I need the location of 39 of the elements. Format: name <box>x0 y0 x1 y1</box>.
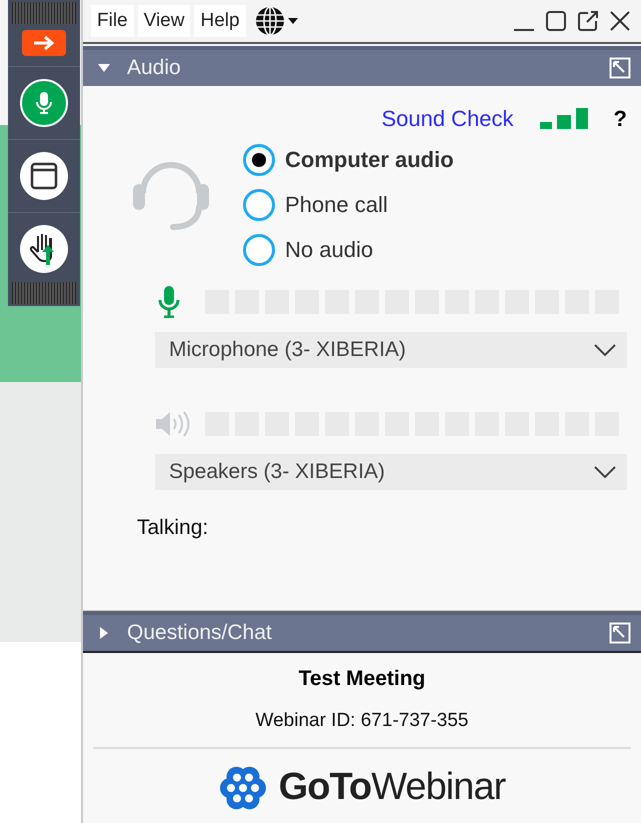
window-button[interactable] <box>20 152 68 200</box>
signal-icon <box>540 108 588 130</box>
grip-icon <box>12 282 76 304</box>
maximize-icon[interactable] <box>545 10 567 32</box>
meeting-title: Test Meeting <box>298 666 426 692</box>
chevron-down-icon <box>593 343 617 357</box>
radio-button[interactable] <box>243 188 275 220</box>
option-label: No audio <box>285 236 374 264</box>
radio-button[interactable] <box>243 234 275 266</box>
device-dropdown[interactable]: Speakers (3- XIBERIA) <box>155 454 627 490</box>
chevron-down-icon <box>593 465 617 479</box>
raise-hand-button[interactable] <box>20 225 68 273</box>
menu-item[interactable]: View <box>138 5 190 37</box>
grip-icon <box>12 2 76 24</box>
undock-icon[interactable] <box>609 622 631 644</box>
microphone-icon <box>36 91 52 115</box>
window-icon <box>30 162 58 190</box>
sound-check-link[interactable]: Sound Check <box>381 102 514 135</box>
panel-title: Questions/Chat <box>127 620 272 646</box>
arrow-icon <box>32 35 56 51</box>
option-label: Phone call <box>285 191 388 219</box>
panel-header[interactable]: Questions/Chat <box>83 611 641 651</box>
brand-logo: GoToWebinar <box>278 765 506 810</box>
close-icon[interactable] <box>609 10 631 32</box>
menu-item[interactable]: Help <box>194 5 246 37</box>
option-label: Computer audio <box>285 146 454 174</box>
pop-out-icon[interactable] <box>577 10 599 32</box>
panel-header[interactable]: Audio <box>83 46 641 86</box>
help-icon[interactable]: ? <box>614 102 627 135</box>
webinar-id: Webinar ID: 671-737-355 <box>256 708 468 732</box>
menu-item[interactable]: File <box>91 5 134 37</box>
headset-icon <box>133 159 209 231</box>
arrow-button[interactable] <box>22 30 66 56</box>
radio-button[interactable] <box>243 144 275 176</box>
undock-icon[interactable] <box>609 57 631 79</box>
device-dropdown[interactable]: Microphone (3- XIBERIA) <box>155 332 627 368</box>
panel-title: Audio <box>127 55 181 82</box>
talking-label: Talking: <box>137 515 210 541</box>
microphone-button[interactable] <box>20 79 68 127</box>
